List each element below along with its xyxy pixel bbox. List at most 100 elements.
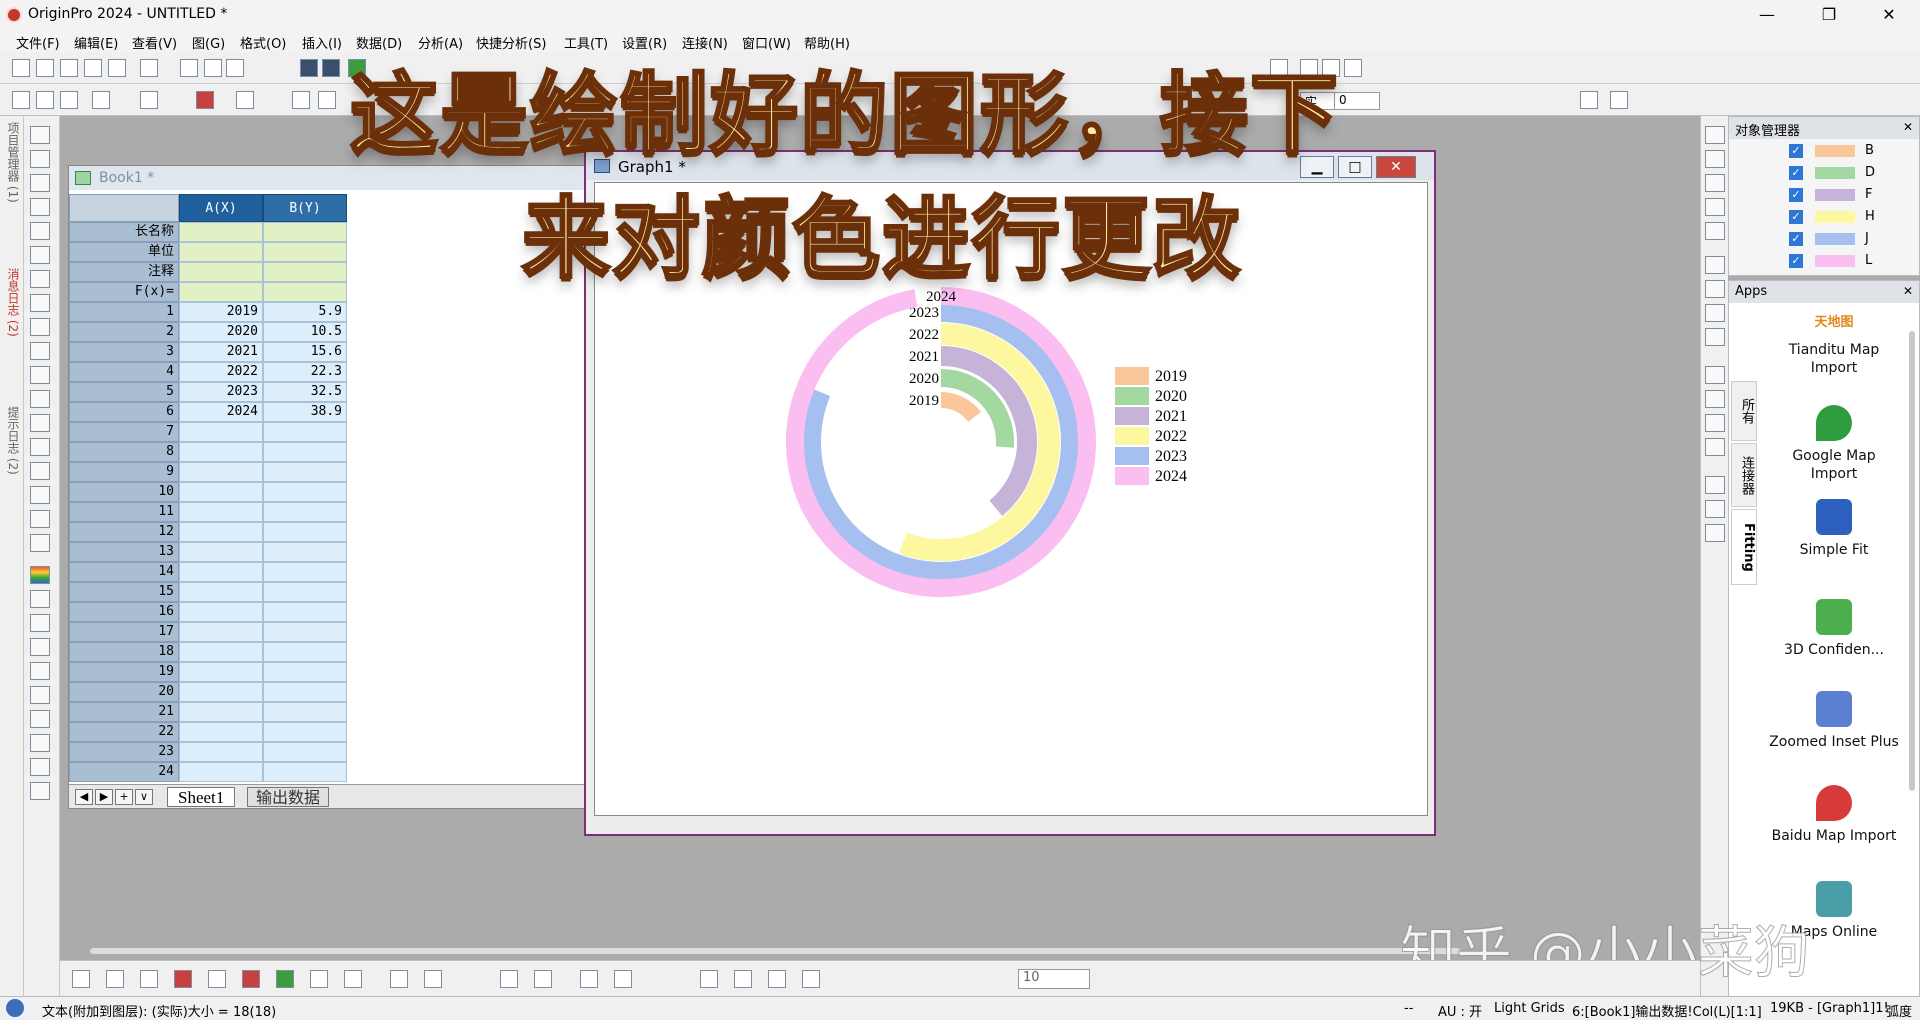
table-cell[interactable]	[179, 562, 263, 582]
color-scale-icon[interactable]	[30, 566, 50, 584]
meta-row-header[interactable]: 注释	[69, 262, 179, 282]
table-cell[interactable]	[263, 442, 347, 462]
table-cell[interactable]	[179, 682, 263, 702]
align-icon[interactable]	[30, 734, 50, 752]
chart-icon[interactable]	[614, 970, 632, 988]
menu-insert[interactable]: 插入(I)	[302, 33, 342, 52]
mask-icon[interactable]	[30, 270, 50, 288]
legend-swatch[interactable]	[1115, 387, 1149, 405]
row-header[interactable]: 4	[69, 362, 179, 382]
table-cell[interactable]	[263, 462, 347, 482]
table-insert-icon[interactable]	[30, 534, 50, 552]
graph-minimize-button[interactable]: ▁	[1300, 156, 1334, 178]
align-right-icon[interactable]	[1705, 390, 1725, 408]
front-icon[interactable]	[768, 970, 786, 988]
layer-4-icon[interactable]	[1705, 328, 1725, 346]
row-header[interactable]: 21	[69, 702, 179, 722]
equation-icon[interactable]	[30, 462, 50, 480]
graph-maximize-button[interactable]: □	[1338, 156, 1372, 178]
table-cell[interactable]	[263, 662, 347, 682]
object-item[interactable]: ✓ L	[1789, 251, 1919, 271]
table-cell[interactable]	[263, 502, 347, 522]
table-cell[interactable]	[263, 582, 347, 602]
meta-row-header[interactable]: 长名称	[69, 222, 179, 242]
import-icon[interactable]	[204, 59, 222, 77]
graph1-window[interactable]: Graph1 * ▁ □ ✕ 2019 2020 2021 2022 2023 2024 2…	[584, 150, 1436, 836]
table-cell[interactable]	[179, 582, 263, 602]
table-cell[interactable]	[179, 462, 263, 482]
table-cell[interactable]	[263, 522, 347, 542]
meta-cell[interactable]	[263, 282, 347, 302]
grid-table-icon[interactable]	[30, 686, 50, 704]
y-icon[interactable]	[1322, 59, 1340, 77]
table-cell[interactable]	[179, 602, 263, 622]
meta-cell[interactable]	[263, 242, 347, 262]
new-function-icon[interactable]	[180, 59, 198, 77]
table-cell[interactable]	[263, 682, 347, 702]
statistics-icon[interactable]	[424, 970, 442, 988]
table-cell[interactable]	[263, 742, 347, 762]
equation-2-icon[interactable]	[30, 782, 50, 800]
align-v-icon[interactable]	[734, 970, 752, 988]
new-matrix-icon[interactable]	[84, 59, 102, 77]
meta-cell[interactable]	[263, 222, 347, 242]
book1-titlebar[interactable]: Book1 *	[69, 166, 587, 190]
graph1-titlebar[interactable]: Graph1 * ▁ □ ✕	[586, 152, 1434, 180]
group-icon[interactable]	[1705, 500, 1725, 518]
table-cell[interactable]: 22.3	[263, 362, 347, 382]
error-bar-icon[interactable]	[242, 970, 260, 988]
checkbox-icon[interactable]: ✓	[1789, 254, 1803, 268]
zoom-pan-icon[interactable]	[30, 150, 50, 168]
row-header[interactable]: 20	[69, 682, 179, 702]
menu-file[interactable]: 文件(F)	[16, 33, 60, 52]
code-builder-icon[interactable]	[92, 91, 110, 109]
table-cell[interactable]	[179, 762, 263, 782]
meta-row-header[interactable]: 单位	[69, 242, 179, 262]
meta-cell[interactable]	[263, 262, 347, 282]
rectangle-tool-icon[interactable]	[30, 414, 50, 432]
layer-3-icon[interactable]	[1705, 304, 1725, 322]
row-header[interactable]: 15	[69, 582, 179, 602]
row-header[interactable]: 1	[69, 302, 179, 322]
table-cell[interactable]: 2020	[179, 322, 263, 342]
maximize-button[interactable]: ❐	[1806, 2, 1852, 28]
box-plot-icon[interactable]	[208, 970, 226, 988]
app-item[interactable]: Zoomed Inset Plus	[1769, 691, 1899, 751]
apps-tab-connectors[interactable]: 连接器	[1731, 443, 1757, 507]
save-template-icon[interactable]	[322, 59, 340, 77]
menu-tools[interactable]: 工具(T)	[564, 33, 608, 52]
axis-icon[interactable]	[1705, 150, 1725, 168]
contour-icon[interactable]	[390, 970, 408, 988]
app-item[interactable]: 3D Confiden...	[1769, 599, 1899, 659]
meta-cell[interactable]	[179, 282, 263, 302]
row-header[interactable]: 23	[69, 742, 179, 762]
text-tool-icon[interactable]	[30, 318, 50, 336]
menu-view[interactable]: 查看(V)	[132, 33, 177, 52]
table-cell[interactable]	[263, 702, 347, 722]
rescale-icon[interactable]	[1705, 198, 1725, 216]
new-workbook-icon[interactable]	[36, 59, 54, 77]
object-item[interactable]: ✓ D	[1789, 163, 1919, 183]
circle-icon[interactable]	[30, 590, 50, 608]
table-cell[interactable]: 10.5	[263, 322, 347, 342]
legend-swatch[interactable]	[1115, 367, 1149, 385]
table-cell[interactable]	[263, 562, 347, 582]
table-cell[interactable]: 2019	[179, 302, 263, 322]
panel-close-icon[interactable]: ✕	[1903, 120, 1913, 134]
distribute-icon[interactable]	[1705, 476, 1725, 494]
sheet-list-icon[interactable]: ∨	[135, 789, 153, 805]
row-header[interactable]: 9	[69, 462, 179, 482]
new-project-icon[interactable]	[12, 59, 30, 77]
table-cell[interactable]: 2022	[179, 362, 263, 382]
screen-reader-icon[interactable]	[30, 198, 50, 216]
3d-plot-icon[interactable]	[344, 970, 362, 988]
pointer-tool-icon[interactable]	[30, 126, 50, 144]
image-insert-icon[interactable]	[30, 486, 50, 504]
duplicate-icon[interactable]	[292, 91, 310, 109]
row-header[interactable]: 5	[69, 382, 179, 402]
menu-edit[interactable]: 编辑(E)	[74, 33, 118, 52]
back-layer-icon[interactable]	[802, 970, 820, 988]
hand-tool-icon[interactable]	[30, 438, 50, 456]
legend-swatch[interactable]	[1115, 427, 1149, 445]
recalculate-icon[interactable]	[348, 59, 366, 77]
